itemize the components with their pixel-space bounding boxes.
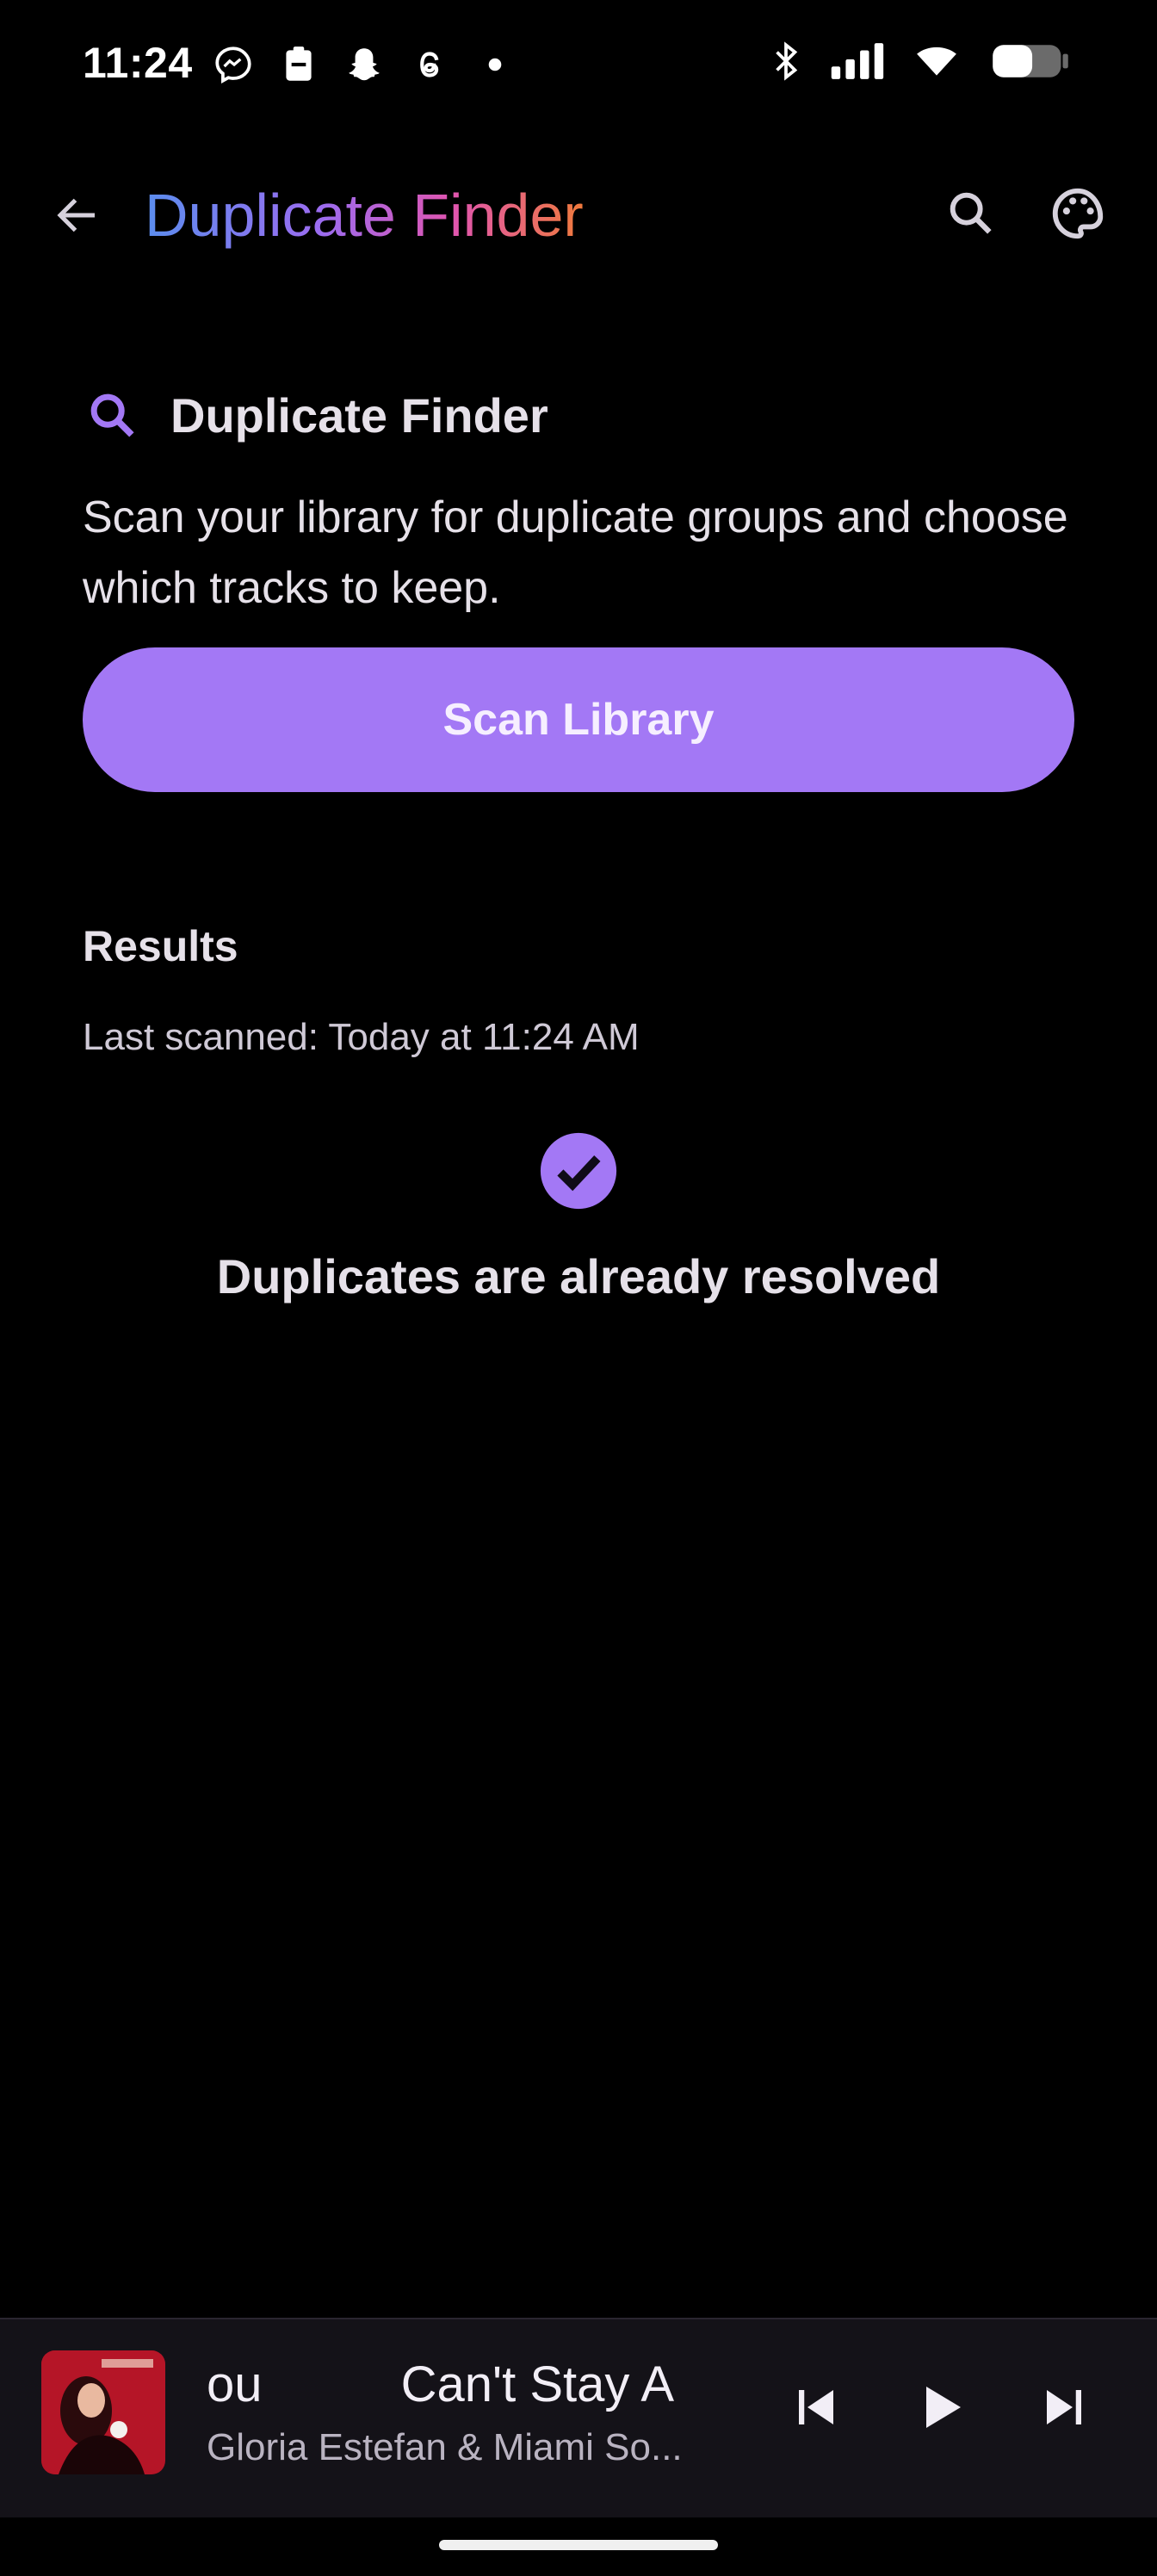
status-time: 11:24 (83, 39, 193, 87)
album-art[interactable] (41, 2350, 165, 2474)
palette-icon (1052, 188, 1104, 239)
signal-icon (831, 43, 884, 79)
resolved-status-text: Duplicates are already resolved (216, 1249, 941, 1303)
battery-icon (993, 45, 1068, 77)
track-title-marquee: ou Can't Stay A (207, 2356, 723, 2424)
mini-player[interactable]: ou Can't Stay A Gloria Estefan & Miami S… (0, 2318, 1157, 2517)
home-indicator[interactable] (439, 2540, 718, 2550)
wifi-icon (917, 46, 956, 76)
section-description: Scan your library for duplicate groups a… (83, 492, 1068, 613)
skip-next-button[interactable] (1028, 2371, 1100, 2443)
play-button[interactable] (904, 2371, 976, 2443)
results-heading: Results (83, 922, 238, 970)
clipboard-icon (286, 46, 312, 81)
play-icon (926, 2387, 961, 2428)
track-artist: Gloria Estefan & Miami So... (207, 2426, 683, 2468)
bluetooth-icon (776, 41, 798, 81)
dot-icon (488, 58, 502, 71)
search-icon (90, 393, 134, 437)
section-title: Duplicate Finder (170, 388, 548, 443)
skip-previous-icon (799, 2390, 833, 2424)
search-button[interactable] (937, 179, 1005, 248)
arrow-back-icon (57, 198, 95, 232)
notification-icons (212, 43, 517, 86)
search-icon (950, 192, 992, 234)
scan-library-button[interactable]: Scan Library (83, 647, 1074, 792)
system-icons (764, 40, 1078, 83)
top-app-bar: Duplicate Finder (0, 164, 1157, 267)
page-title: Duplicate Finder (145, 182, 584, 249)
last-scanned-text: Last scanned: Today at 11:24 AM (83, 1016, 640, 1058)
status-bar: 11:24 (0, 0, 1157, 129)
back-button[interactable] (43, 181, 112, 250)
album-cover-image (41, 2350, 165, 2474)
messenger-icon (215, 46, 251, 84)
track-title: ou Can't Stay A (207, 2356, 675, 2412)
check-circle-icon (540, 1132, 617, 1210)
threads-icon (420, 52, 439, 77)
skip-previous-button[interactable] (780, 2371, 852, 2443)
theme-button[interactable] (1043, 179, 1112, 248)
snapchat-icon (349, 48, 380, 81)
skip-next-icon (1047, 2390, 1081, 2424)
